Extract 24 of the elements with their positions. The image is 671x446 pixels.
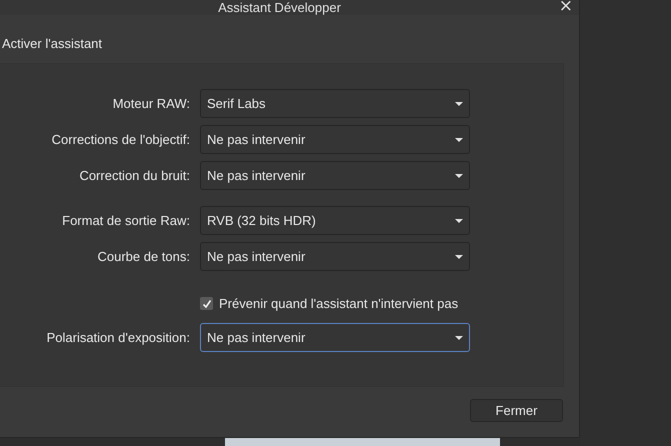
field-label: Corrections de l'objectif: bbox=[50, 132, 190, 147]
caret-icon bbox=[455, 336, 463, 340]
close-button[interactable]: Fermer bbox=[470, 399, 563, 422]
checkbox[interactable] bbox=[200, 297, 213, 310]
caret-icon bbox=[455, 138, 463, 142]
field-label: Correction du bruit: bbox=[78, 168, 190, 183]
section-heading: Activer l'assistant bbox=[1, 35, 104, 53]
caret-icon bbox=[455, 174, 463, 178]
caret-icon bbox=[455, 218, 463, 222]
field-label: Moteur RAW: bbox=[112, 96, 190, 111]
field-label: Courbe de tons: bbox=[96, 249, 190, 264]
close-button[interactable]: × bbox=[558, 0, 573, 15]
dropdown[interactable]: Ne pas intervenir bbox=[200, 323, 470, 352]
caret-icon bbox=[455, 102, 463, 106]
window-title: Assistant Développer bbox=[218, 0, 341, 15]
dropdown[interactable]: Ne pas intervenir bbox=[200, 161, 470, 190]
dropdown[interactable]: Serif Labs bbox=[200, 89, 470, 118]
field-label: Format de sortie Raw: bbox=[61, 213, 190, 228]
dropdown[interactable]: Ne pas intervenir bbox=[200, 242, 470, 271]
dropdown[interactable]: RVB (32 bits HDR) bbox=[200, 206, 470, 235]
field-label: Polarisation d'exposition: bbox=[46, 330, 190, 345]
checkbox-label: Prévenir quand l'assistant n'intervient pas bbox=[219, 296, 458, 311]
caret-icon bbox=[455, 254, 463, 258]
dropdown[interactable]: Ne pas intervenir bbox=[200, 125, 470, 154]
